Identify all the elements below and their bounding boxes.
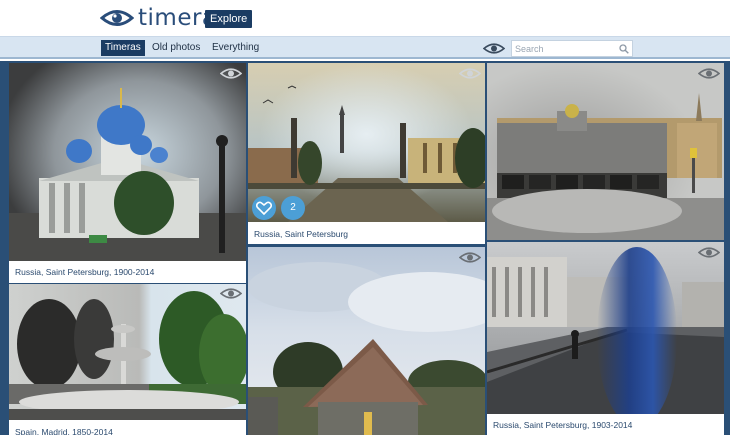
timera-logo[interactable]: timera	[100, 5, 217, 31]
eye-toggle-icon[interactable]	[483, 42, 505, 55]
photo-caption[interactable]: Russia, Saint Petersburg	[254, 229, 348, 239]
eye-overlay-icon[interactable]	[220, 287, 242, 300]
photo-image	[248, 63, 485, 222]
eye-overlay-icon[interactable]	[459, 251, 481, 264]
search-icon[interactable]	[619, 44, 629, 54]
eye-overlay-icon[interactable]	[698, 67, 720, 80]
top-header: timera Explore	[0, 0, 730, 36]
photo-image	[9, 284, 246, 420]
photo-card-6[interactable]: Russia, Saint Petersburg, 1903-2014	[487, 242, 724, 435]
photo-card-1[interactable]: Russia, Saint Petersburg, 1900-2014	[9, 63, 246, 283]
photo-caption[interactable]: Spain, Madrid, 1850-2014	[15, 427, 113, 435]
eye-logo-icon	[100, 10, 134, 26]
tab-old-photos[interactable]: Old photos	[152, 40, 200, 56]
photo-card-5[interactable]	[248, 247, 485, 435]
eye-overlay-icon[interactable]	[220, 67, 242, 80]
photo-caption[interactable]: Russia, Saint Petersburg, 1903-2014	[493, 420, 632, 430]
photo-image	[9, 63, 246, 261]
explore-button[interactable]: Explore	[205, 10, 253, 28]
tab-timeras[interactable]: Timeras	[101, 40, 145, 56]
photo-image	[487, 63, 724, 240]
photo-card-2[interactable]: 2 Russia, Saint Petersburg	[248, 63, 485, 244]
photo-card-4[interactable]: Spain, Madrid, 1850-2014	[9, 284, 246, 435]
photo-caption[interactable]: Russia, Saint Petersburg, 1900-2014	[15, 267, 154, 277]
nav-bar: Timeras Old photos Everything	[0, 36, 730, 59]
tab-everything[interactable]: Everything	[212, 40, 259, 56]
like-count-badge[interactable]: 2	[281, 196, 305, 220]
eye-overlay-icon[interactable]	[698, 246, 720, 259]
photo-grid: Russia, Saint Petersburg, 1900-2014 2 Ru…	[0, 61, 730, 435]
photo-card-3[interactable]	[487, 63, 724, 240]
photo-image	[487, 242, 724, 414]
search-box	[511, 40, 633, 57]
like-button[interactable]	[252, 196, 276, 220]
search-input[interactable]	[515, 42, 615, 56]
heart-icon	[256, 201, 272, 215]
eye-overlay-icon[interactable]	[459, 67, 481, 80]
photo-image	[248, 247, 485, 435]
